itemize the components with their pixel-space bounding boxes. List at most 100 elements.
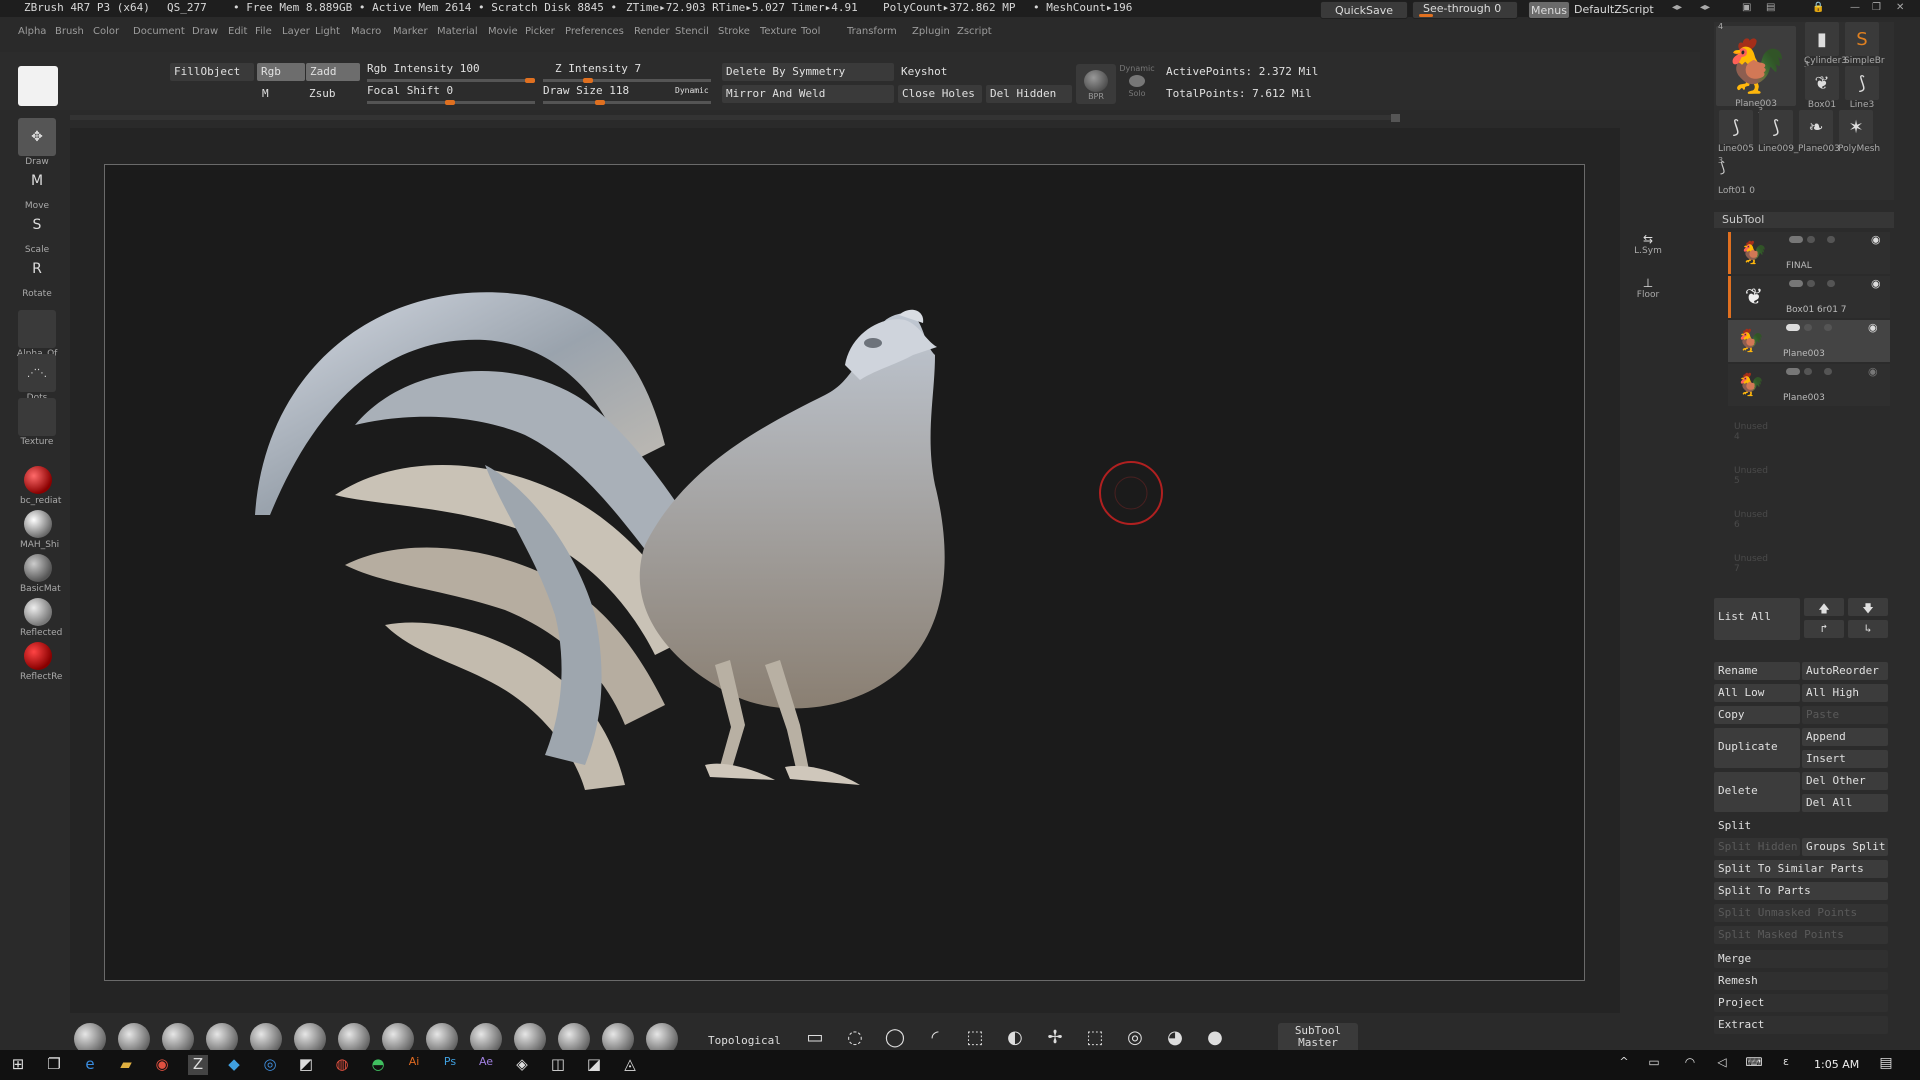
stroke-picker[interactable]: ⋰⋱ Dots	[17, 354, 57, 403]
menu-light[interactable]: Light	[315, 26, 340, 37]
tool-thumb-plane003[interactable]: ❧ Plane003	[1798, 110, 1840, 154]
subtool-toggle-icon[interactable]	[1824, 368, 1832, 375]
menu-preferences[interactable]: Preferences	[565, 26, 624, 37]
material-5[interactable]: ReflectRe	[20, 642, 62, 682]
del-other-button[interactable]: Del Other	[1802, 772, 1888, 790]
battery-icon[interactable]: ▭	[1644, 1055, 1664, 1075]
tool-thumb-line009[interactable]: ⟆ Line009_	[1758, 110, 1798, 154]
floor-button[interactable]: ⊥ Floor	[1628, 276, 1668, 300]
z-intensity-slider[interactable]	[543, 78, 711, 83]
input-language[interactable]: ε	[1776, 1055, 1796, 1075]
dynamic-toggle[interactable]: Dynamic	[675, 86, 709, 95]
split-masked-button[interactable]: Split Masked Points	[1714, 926, 1888, 944]
app-icon[interactable]: ◩	[296, 1055, 316, 1075]
chrome-icon[interactable]: ◉	[152, 1055, 172, 1075]
app-icon[interactable]: ◬	[620, 1055, 640, 1075]
app-icon[interactable]: ◫	[548, 1055, 568, 1075]
move-top-button[interactable]: ↱	[1804, 620, 1844, 638]
menu-draw[interactable]: Draw	[192, 26, 218, 37]
texture-picker[interactable]: Texture	[17, 398, 57, 447]
focal-shift-slider[interactable]	[367, 100, 535, 105]
move-mode-button[interactable]: M Move	[17, 162, 57, 211]
close-icon[interactable]: ✕	[1896, 2, 1904, 13]
menu-layer[interactable]: Layer	[282, 26, 310, 37]
split-unmasked-button[interactable]: Split Unmasked Points	[1714, 904, 1888, 922]
current-tool-thumbnail[interactable]: 🐓	[1716, 26, 1796, 106]
window-layout-icon-2[interactable]: ▤	[1766, 2, 1775, 13]
app-icon[interactable]: ◪	[584, 1055, 604, 1075]
eye-icon[interactable]: ◉	[1871, 233, 1881, 246]
app-icon[interactable]: ◎	[260, 1055, 280, 1075]
default-zscript[interactable]: DefaultZScript	[1574, 3, 1654, 16]
app-icon[interactable]: ◆	[224, 1055, 244, 1075]
subtool-item[interactable]: 🐓 ◉ Plane003	[1728, 320, 1890, 362]
topological-button[interactable]: Topological	[708, 1034, 781, 1047]
tool-thumb-polymesh[interactable]: ✶ PolyMesh	[1838, 110, 1880, 154]
keyshot-button[interactable]: Keyshot	[901, 65, 947, 78]
zbrush-icon[interactable]: Z	[188, 1055, 208, 1075]
lock-icon[interactable]: 🔒	[1812, 2, 1824, 13]
material-1[interactable]: bc_rediat	[20, 466, 61, 506]
all-high-button[interactable]: All High	[1802, 684, 1888, 702]
restore-icon[interactable]: ❐	[1872, 2, 1881, 13]
menu-stencil[interactable]: Stencil	[675, 26, 709, 37]
move-up-button[interactable]: 🡅	[1804, 598, 1844, 616]
subtool-toggle-icon[interactable]	[1807, 236, 1815, 243]
subtool-toggle-icon[interactable]	[1804, 324, 1812, 331]
subtool-item[interactable]: 🐓 ◉ Plane003	[1728, 364, 1890, 406]
illustrator-icon[interactable]: Ai	[404, 1055, 424, 1075]
layout-arrows-icon-2[interactable]: ◂▸	[1700, 2, 1710, 13]
zadd-toggle[interactable]: Zadd	[306, 63, 360, 81]
copy-button[interactable]: Copy	[1714, 706, 1800, 724]
menu-material[interactable]: Material	[437, 26, 478, 37]
wifi-icon[interactable]: ◠	[1680, 1055, 1700, 1075]
rooster-model[interactable]	[105, 165, 1586, 982]
menu-alpha[interactable]: Alpha	[18, 26, 46, 37]
material-4[interactable]: Reflected	[20, 598, 62, 638]
menu-transform[interactable]: Transform	[847, 26, 897, 37]
rename-button[interactable]: Rename	[1714, 662, 1800, 680]
move-bottom-button[interactable]: ↳	[1848, 620, 1888, 638]
after-effects-icon[interactable]: Ae	[476, 1055, 496, 1075]
task-view-icon[interactable]: ❐	[44, 1055, 64, 1075]
menu-brush[interactable]: Brush	[55, 26, 84, 37]
app-icon[interactable]: ◈	[512, 1055, 532, 1075]
color-swatch[interactable]	[18, 66, 58, 106]
menu-render[interactable]: Render	[634, 26, 670, 37]
scale-mode-button[interactable]: S Scale	[17, 206, 57, 255]
menu-movie[interactable]: Movie	[488, 26, 518, 37]
polypaint-toggle-icon[interactable]	[1789, 236, 1803, 243]
tray-chevron-icon[interactable]: ^	[1614, 1055, 1634, 1075]
split-similar-parts-button[interactable]: Split To Similar Parts	[1714, 860, 1888, 878]
shelf-scroll-handle[interactable]	[1391, 114, 1400, 122]
subtool-toggle-icon[interactable]	[1827, 280, 1835, 287]
del-hidden-button[interactable]: Del Hidden	[986, 85, 1072, 103]
menu-color[interactable]: Color	[93, 26, 119, 37]
menu-marker[interactable]: Marker	[393, 26, 428, 37]
notifications-icon[interactable]: ▤	[1876, 1055, 1896, 1075]
split-hidden-button[interactable]: Split Hidden	[1714, 838, 1800, 856]
app-icon[interactable]: ◍	[332, 1055, 352, 1075]
menu-picker[interactable]: Picker	[525, 26, 555, 37]
bpr-render-button[interactable]: BPR	[1076, 64, 1116, 104]
menu-macro[interactable]: Macro	[351, 26, 381, 37]
remesh-section[interactable]: Remesh	[1714, 972, 1888, 990]
split-header[interactable]: Split	[1718, 819, 1751, 832]
menu-tool[interactable]: Tool	[801, 26, 820, 37]
tool-thumb-cylinder[interactable]: ▮ Cylinder3	[1804, 22, 1847, 66]
paste-button[interactable]: Paste	[1802, 706, 1888, 724]
volume-icon[interactable]: ◁	[1712, 1055, 1732, 1075]
m-toggle[interactable]: M	[262, 87, 269, 100]
subtool-item[interactable]: ❦ ◉ Box01 6r01 7	[1728, 276, 1890, 318]
delete-button[interactable]: Delete	[1714, 772, 1800, 812]
zsub-toggle[interactable]: Zsub	[309, 87, 336, 100]
menu-edit[interactable]: Edit	[228, 26, 247, 37]
list-all-button[interactable]: List All	[1714, 598, 1800, 640]
autoreorder-button[interactable]: AutoReorder	[1802, 662, 1888, 680]
eye-icon[interactable]: ◉	[1868, 365, 1878, 378]
photoshop-icon[interactable]: Ps	[440, 1055, 460, 1075]
polypaint-toggle-icon[interactable]	[1786, 368, 1800, 375]
see-through-slider[interactable]: See-through 0	[1412, 1, 1518, 19]
duplicate-button[interactable]: Duplicate	[1714, 728, 1800, 768]
menu-texture[interactable]: Texture	[760, 26, 797, 37]
